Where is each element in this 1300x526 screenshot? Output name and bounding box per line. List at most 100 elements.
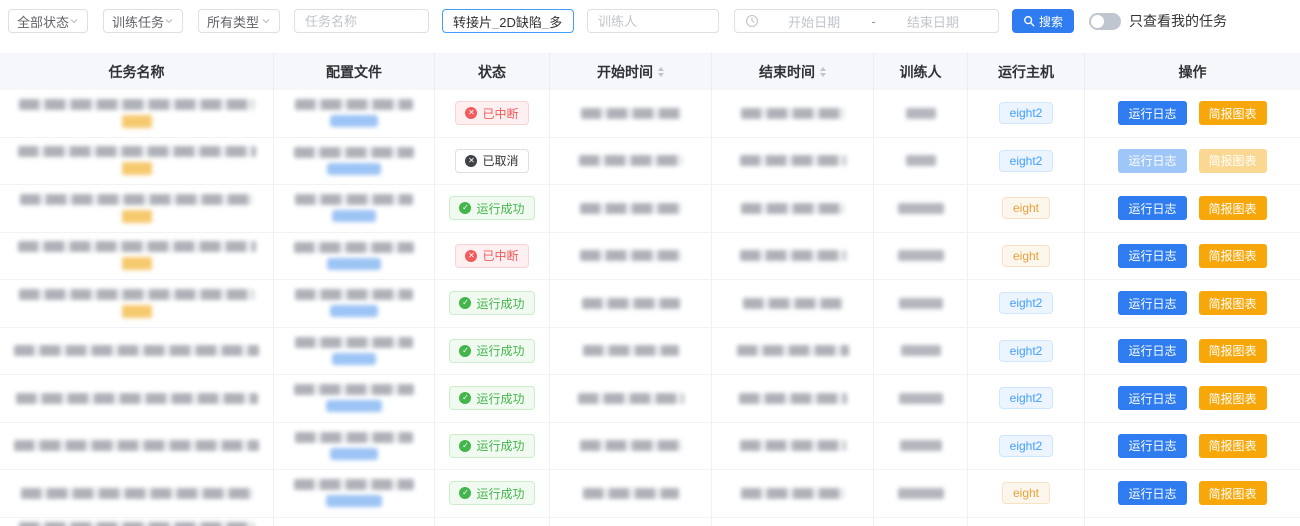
task-tag (122, 257, 152, 270)
config-link[interactable] (332, 353, 376, 365)
redacted-start-time (582, 298, 680, 309)
trainer-cell (874, 470, 968, 517)
status-filter-value: 全部状态 (17, 12, 69, 31)
category-filter-select[interactable]: 所有类型 (198, 9, 280, 33)
config-link[interactable] (327, 163, 381, 175)
run-log-button[interactable]: 运行日志 (1118, 244, 1186, 268)
report-chart-button[interactable]: 简报图表 (1199, 149, 1267, 173)
config-link[interactable] (330, 448, 378, 460)
column-header-start-time: 开始时间 (550, 53, 712, 90)
task-search-input[interactable] (453, 14, 563, 29)
host-badge: eight2 (999, 102, 1054, 124)
redacted-config-name (294, 147, 414, 158)
host-badge: eight (1002, 197, 1050, 219)
run-log-button[interactable]: 运行日志 (1118, 386, 1186, 410)
report-chart-button[interactable]: 简报图表 (1199, 339, 1267, 363)
config-link[interactable] (326, 400, 382, 412)
end-time-cell (712, 375, 874, 422)
status-cell: ✓运行成功 (435, 328, 550, 375)
end-time-cell (712, 423, 874, 470)
run-log-button[interactable]: 运行日志 (1118, 196, 1186, 220)
host-cell: eight (968, 185, 1085, 232)
start-date-placeholder[interactable]: 开始日期 (759, 12, 869, 31)
caret-up-icon (658, 67, 664, 71)
config-file-cell (274, 423, 435, 470)
trainer-input[interactable] (598, 14, 708, 29)
sort-start-time[interactable] (658, 67, 664, 77)
status-filter-select[interactable]: 全部状态 (8, 9, 88, 33)
redacted-start-time (581, 108, 681, 119)
report-chart-button[interactable]: 简报图表 (1199, 196, 1267, 220)
report-chart-button[interactable]: 简报图表 (1199, 481, 1267, 505)
status-icon: ✓ (459, 392, 471, 404)
task-name-cell (0, 375, 274, 422)
column-header-end-time: 结束时间 (712, 53, 874, 90)
column-header-host: 运行主机 (968, 53, 1085, 90)
report-chart-button[interactable]: 简报图表 (1199, 291, 1267, 315)
chevron-down-icon (164, 16, 174, 26)
task-name-input[interactable] (305, 14, 418, 29)
status-cell (435, 518, 550, 526)
actions-cell: 运行日志 简报图表 (1085, 90, 1300, 137)
host-cell: eight2 (968, 138, 1085, 185)
run-log-button[interactable]: 运行日志 (1118, 291, 1186, 315)
run-log-button[interactable]: 运行日志 (1118, 101, 1186, 125)
host-cell: eight2 (968, 328, 1085, 375)
config-link[interactable] (327, 258, 381, 270)
actions-cell: 运行日志 简报图表 (1085, 375, 1300, 422)
status-icon: ✕ (465, 250, 477, 262)
run-log-button[interactable]: 运行日志 (1118, 339, 1186, 363)
end-date-placeholder[interactable]: 结束日期 (878, 12, 988, 31)
end-time-cell (712, 470, 874, 517)
status-cell: ✓运行成功 (435, 375, 550, 422)
report-chart-button[interactable]: 简报图表 (1199, 386, 1267, 410)
redacted-trainer (898, 488, 944, 499)
status-cell: ✕已中断 (435, 233, 550, 280)
redacted-start-time (580, 203, 682, 214)
table-body: ✕已中断 eight2 运行日志 简报图表 ✕已取消 eight2 运行日志 简… (0, 90, 1300, 526)
task-name-cell (0, 328, 274, 375)
config-file-cell (274, 138, 435, 185)
task-type-filter-value: 训练任务 (112, 12, 164, 31)
redacted-end-time (737, 345, 849, 356)
host-cell: eight2 (968, 423, 1085, 470)
config-file-cell (274, 185, 435, 232)
redacted-config-name (294, 242, 414, 253)
report-chart-button[interactable]: 简报图表 (1199, 244, 1267, 268)
start-time-cell (550, 185, 712, 232)
redacted-start-time (583, 488, 679, 499)
config-link[interactable] (326, 495, 382, 507)
task-search-input-wrap (442, 9, 574, 33)
config-link[interactable] (330, 305, 378, 317)
column-header-task-name: 任务名称 (0, 53, 274, 90)
my-tasks-toggle[interactable] (1089, 13, 1121, 30)
redacted-end-time (740, 155, 846, 166)
redacted-trainer (898, 250, 944, 261)
date-range-picker[interactable]: 开始日期 - 结束日期 (734, 9, 999, 33)
report-chart-button[interactable]: 简报图表 (1199, 101, 1267, 125)
run-log-button[interactable]: 运行日志 (1118, 481, 1186, 505)
run-log-button[interactable]: 运行日志 (1118, 434, 1186, 458)
status-cell: ✕已中断 (435, 90, 550, 137)
search-button-label: 搜索 (1039, 13, 1063, 30)
run-log-button[interactable]: 运行日志 (1118, 149, 1186, 173)
table-row: ✓运行成功 eight 运行日志 简报图表 (0, 470, 1300, 518)
config-link[interactable] (332, 210, 376, 222)
table-row: ✓运行成功 eight2 运行日志 简报图表 (0, 423, 1300, 471)
config-link[interactable] (330, 115, 378, 127)
trainer-cell (874, 280, 968, 327)
actions-cell: 运行日志 简报图表 (1085, 470, 1300, 517)
status-cell: ✓运行成功 (435, 470, 550, 517)
sort-end-time[interactable] (820, 67, 826, 77)
task-type-filter-select[interactable]: 训练任务 (103, 9, 183, 33)
config-file-cell (274, 233, 435, 280)
search-button[interactable]: 搜索 (1012, 9, 1074, 33)
redacted-start-time (578, 393, 684, 404)
task-name-cell (0, 280, 274, 327)
my-tasks-label: 只查看我的任务 (1129, 11, 1227, 31)
status-badge: ✓运行成功 (449, 434, 534, 458)
report-chart-button[interactable]: 简报图表 (1199, 434, 1267, 458)
redacted-config-name (295, 289, 413, 300)
status-badge: ✕已取消 (455, 149, 528, 173)
trainer-cell (874, 328, 968, 375)
